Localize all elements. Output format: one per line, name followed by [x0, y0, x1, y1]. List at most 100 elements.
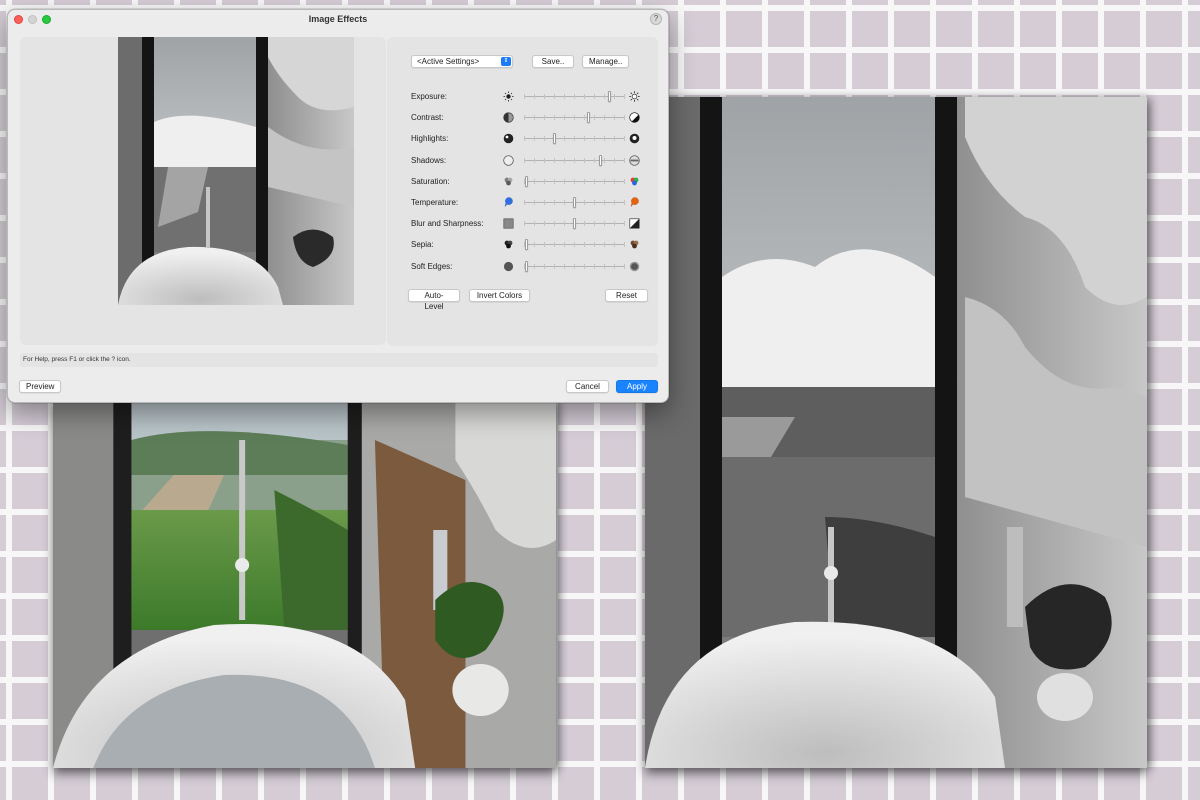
slider-tick	[584, 157, 585, 163]
slider-tick	[554, 221, 555, 227]
exposure-slider-knob[interactable]	[608, 91, 611, 102]
slider-tick	[554, 200, 555, 205]
slider-tick	[534, 94, 535, 99]
temperature-slider-knob[interactable]	[573, 197, 576, 208]
contrast-low-icon[interactable]	[503, 112, 514, 123]
temperature-warm-icon[interactable]	[629, 197, 640, 208]
preset-select[interactable]: <Active Settings> ⇕	[411, 55, 513, 68]
slider-tick	[544, 221, 545, 227]
soft_edges-slider-knob[interactable]	[525, 260, 528, 272]
slider-tick	[614, 178, 615, 184]
shadows-label: Shadows:	[411, 155, 447, 165]
slider-tick	[624, 157, 625, 163]
slider-row-blur_sharpness: Blur and Sharpness:	[411, 217, 651, 231]
contrast-label: Contrast:	[411, 113, 444, 123]
slider-tick	[604, 200, 605, 205]
slider-row-contrast: Contrast:	[411, 111, 651, 125]
slider-tick	[624, 178, 625, 184]
slider-tick	[554, 94, 555, 99]
apply-button[interactable]: Apply	[616, 380, 658, 393]
slider-tick	[564, 94, 565, 99]
slider-tick	[524, 221, 525, 227]
slider-tick	[614, 94, 615, 99]
shadows-slider-knob[interactable]	[599, 154, 602, 166]
saturation-high-icon[interactable]	[629, 176, 640, 187]
saturation-slider[interactable]	[524, 175, 625, 187]
shadows-low-icon[interactable]	[503, 154, 514, 166]
status-bar: For Help, press F1 or click the ? icon.	[20, 353, 658, 367]
highlights-label: Highlights:	[411, 134, 449, 144]
slider-tick	[584, 263, 585, 269]
sun-large-icon[interactable]	[629, 91, 640, 102]
manage-presets-button[interactable]: Manage..	[582, 55, 629, 68]
slider-tick	[544, 115, 545, 121]
reset-button[interactable]: Reset	[605, 289, 648, 302]
slider-tick	[584, 115, 585, 121]
slider-tick	[564, 200, 565, 205]
slider-tick	[554, 263, 555, 269]
highlights-high-icon[interactable]	[629, 133, 640, 144]
sepia-slider-knob[interactable]	[525, 239, 528, 251]
temperature-cool-icon[interactable]	[503, 197, 514, 208]
preset-select-value: <Active Settings>	[417, 57, 480, 66]
shadows-high-icon[interactable]	[629, 154, 640, 166]
slider-tick	[574, 136, 575, 142]
slider-tick	[594, 136, 595, 142]
save-preset-button[interactable]: Save..	[532, 55, 574, 68]
blur_sharpness-slider[interactable]	[524, 218, 625, 230]
sepia-high-icon[interactable]	[629, 239, 640, 250]
slider-tick	[604, 178, 605, 184]
slider-tick	[594, 200, 595, 205]
slider-tick	[584, 221, 585, 227]
soft-edges-high-icon[interactable]	[629, 261, 640, 272]
highlights-slider-knob[interactable]	[553, 133, 556, 145]
saturation-slider-knob[interactable]	[525, 175, 528, 187]
exposure-slider[interactable]	[524, 91, 625, 102]
slider-tick	[544, 178, 545, 184]
saturation-label: Saturation:	[411, 176, 450, 186]
slider-tick	[544, 136, 545, 142]
slider-tick	[584, 178, 585, 184]
sharpness-icon[interactable]	[629, 218, 640, 229]
slider-tick	[574, 157, 575, 163]
temperature-label: Temperature:	[411, 198, 459, 207]
auto-level-button[interactable]: Auto-Level	[408, 289, 460, 311]
highlights-low-icon[interactable]	[503, 133, 514, 144]
sepia-low-icon[interactable]	[503, 239, 514, 250]
soft-edges-low-icon[interactable]	[503, 261, 514, 272]
slider-tick	[524, 94, 525, 99]
shadows-slider[interactable]	[524, 154, 625, 166]
cancel-button[interactable]: Cancel	[566, 380, 609, 393]
preview-panel	[20, 37, 386, 345]
saturation-low-icon[interactable]	[503, 176, 514, 187]
slider-tick	[534, 136, 535, 142]
soft_edges-slider[interactable]	[524, 260, 625, 272]
blur_sharpness-slider-knob[interactable]	[573, 218, 576, 230]
slider-tick	[624, 94, 625, 99]
slider-tick	[624, 200, 625, 205]
help-icon[interactable]: ?	[650, 13, 662, 25]
processed-photo	[645, 97, 1147, 768]
slider-tick	[594, 115, 595, 121]
temperature-slider[interactable]	[524, 197, 625, 208]
slider-tick	[574, 263, 575, 269]
contrast-high-icon[interactable]	[629, 112, 640, 123]
blur-icon[interactable]	[503, 218, 514, 229]
preview-button[interactable]: Preview	[19, 380, 61, 393]
slider-tick	[564, 221, 565, 227]
highlights-slider[interactable]	[524, 133, 625, 145]
sepia-label: Sepia:	[411, 240, 434, 250]
slider-tick	[604, 221, 605, 227]
slider-tick	[614, 157, 615, 163]
sun-small-icon[interactable]	[503, 91, 514, 102]
image-effects-dialog: Image Effects ? <Active Settings> ⇕ Save…	[7, 9, 669, 403]
sepia-slider[interactable]	[524, 239, 625, 251]
slider-tick	[564, 136, 565, 142]
invert-colors-button[interactable]: Invert Colors	[469, 289, 530, 302]
blur_sharpness-label: Blur and Sharpness:	[411, 219, 484, 229]
contrast-slider[interactable]	[524, 112, 625, 124]
slider-tick	[584, 94, 585, 99]
contrast-slider-knob[interactable]	[587, 112, 590, 124]
slider-tick	[554, 115, 555, 121]
slider-tick	[614, 136, 615, 142]
